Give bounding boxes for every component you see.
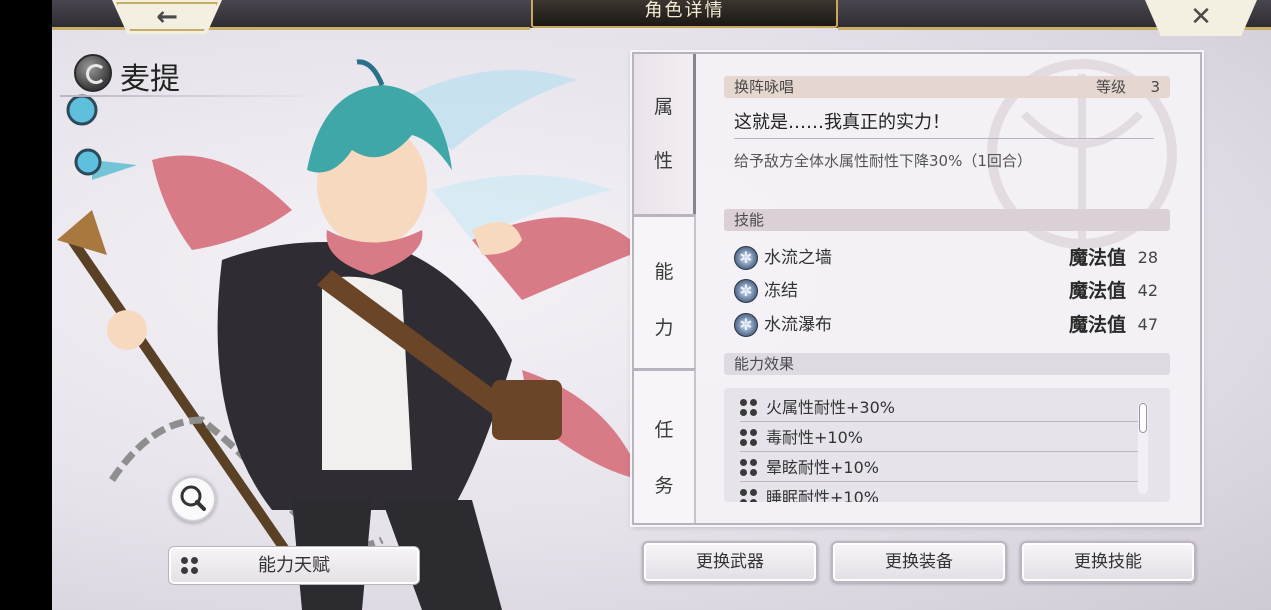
water-skill-icon	[734, 279, 758, 303]
effects-list[interactable]: 火属性耐性+30% 毒耐性+10% 晕眩耐性+10% 睡眠耐性+10%	[724, 388, 1170, 502]
game-screen: ← 角色详情 ✕ 麦提 能力天赋 属 性 能 力 任 务 换阵咏唱 等级 3 这…	[0, 0, 1271, 610]
close-icon: ✕	[1190, 2, 1212, 32]
skill-cost-label: 魔法值	[1068, 247, 1126, 269]
tab-abilities[interactable]: 能 力	[634, 214, 696, 368]
effects-header: 能力效果	[724, 353, 1170, 375]
skill-cost-value: 47	[1137, 315, 1158, 334]
tab-missions-label-2: 务	[654, 475, 674, 497]
chant-description: 给予敌方全体水属性耐性下降30%（1回合）	[734, 152, 1032, 170]
name-underline	[60, 95, 322, 97]
change-weapon-label: 更换武器	[696, 552, 764, 572]
change-weapon-button[interactable]: 更换武器	[642, 541, 818, 583]
chant-header: 换阵咏唱 等级 3	[724, 76, 1170, 98]
page-title: 角色详情	[531, 0, 838, 28]
magnifier-icon	[180, 485, 206, 511]
skill-row[interactable]: 水流之墙 魔法值 28	[734, 244, 1164, 272]
skill-row[interactable]: 水流瀑布 魔法值 47	[734, 311, 1164, 339]
level-value: 3	[1150, 78, 1160, 96]
level-label: 等级	[1095, 78, 1126, 96]
list-item: 晕眩耐性+10%	[740, 454, 1140, 482]
effect-text: 毒耐性+10%	[766, 428, 863, 447]
character-name: 麦提	[120, 62, 180, 97]
effect-icon	[740, 459, 758, 477]
detail-panel: 属 性 能 力 任 务 换阵咏唱 等级 3 这就是……我真正的实力！ 给予敌方全…	[632, 52, 1202, 525]
tab-column: 属 性 能 力 任 务	[634, 54, 696, 523]
tab-missions[interactable]: 任 务	[634, 368, 696, 523]
change-equipment-button[interactable]: 更换装备	[831, 541, 1007, 583]
tab-abilities-label-1: 能	[654, 261, 674, 283]
page-title-text: 角色详情	[644, 0, 725, 21]
change-skill-label: 更换技能	[1074, 552, 1142, 572]
close-button[interactable]: ✕	[1145, 0, 1257, 36]
scrollbar-thumb[interactable]	[1139, 403, 1147, 433]
effects-scrollbar[interactable]	[1138, 402, 1148, 494]
change-equipment-label: 更换装备	[885, 552, 953, 572]
skill-name: 水流之墙	[764, 248, 832, 268]
list-item: 火属性耐性+30%	[740, 394, 1140, 422]
skill-cost-value: 42	[1137, 281, 1158, 300]
effect-icon	[740, 399, 758, 417]
tab-missions-label-1: 任	[654, 419, 674, 441]
chant-title: 换阵咏唱	[734, 78, 795, 96]
tab-attributes-label-1: 属	[653, 96, 673, 118]
chant-quote: 这就是……我真正的实力！	[734, 112, 950, 133]
tab-attributes-label-2: 性	[653, 150, 673, 172]
skills-header-label: 技能	[734, 211, 765, 229]
zoom-button[interactable]	[170, 476, 216, 522]
effect-icon	[740, 429, 758, 447]
talent-button-label: 能力天赋	[258, 555, 330, 576]
list-item: 睡眠耐性+10%	[740, 484, 1140, 502]
tab-abilities-label-2: 力	[654, 317, 674, 339]
back-button[interactable]: ←	[112, 0, 222, 34]
skill-row[interactable]: 冻结 魔法值 42	[734, 277, 1164, 305]
character-art	[57, 59, 642, 610]
effects-header-label: 能力效果	[734, 355, 795, 373]
chant-divider	[734, 138, 1154, 139]
skill-cost-label: 魔法值	[1068, 314, 1126, 336]
back-arrow-icon: ←	[156, 2, 178, 32]
effect-icon	[740, 489, 758, 502]
water-skill-icon	[734, 313, 758, 337]
effect-text: 晕眩耐性+10%	[766, 458, 879, 477]
effect-text: 睡眠耐性+10%	[766, 488, 879, 502]
talent-button[interactable]: 能力天赋	[168, 546, 420, 585]
panel-content: 换阵咏唱 等级 3 这就是……我真正的实力！ 给予敌方全体水属性耐性下降30%（…	[696, 54, 1200, 523]
skill-name: 水流瀑布	[764, 315, 832, 335]
tab-attributes[interactable]: 属 性	[634, 54, 696, 214]
skill-name: 冻结	[764, 281, 798, 301]
change-skill-button[interactable]: 更换技能	[1020, 541, 1196, 583]
skill-cost-value: 28	[1137, 248, 1158, 267]
skill-cost-label: 魔法值	[1068, 280, 1126, 302]
water-element-icon	[74, 54, 112, 92]
effect-text: 火属性耐性+30%	[766, 398, 895, 417]
skills-header: 技能	[724, 209, 1170, 231]
list-item: 毒耐性+10%	[740, 424, 1140, 452]
water-skill-icon	[734, 246, 758, 270]
